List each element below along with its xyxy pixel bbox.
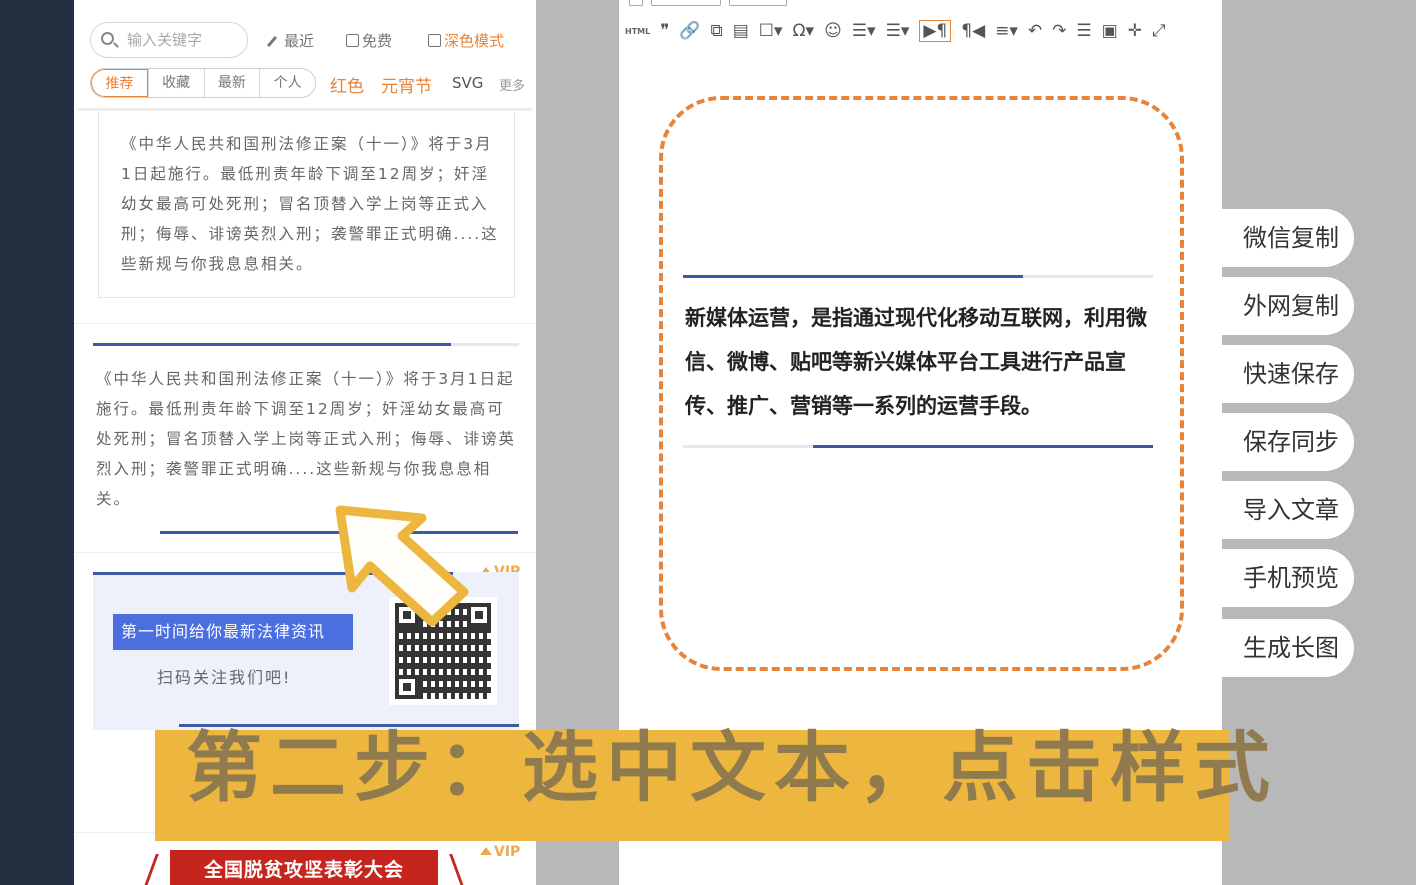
tab-recommend[interactable]: 推荐: [91, 69, 148, 97]
template-card[interactable]: 《中华人民共和国刑法修正案（十一）》将于3月1日起施行。最低刑责年龄下调至12周…: [98, 112, 515, 298]
toolbar-top-row: [629, 0, 787, 6]
search-icon: [101, 32, 114, 45]
card-top-line: [93, 343, 519, 346]
card-text: 《中华人民共和国刑法修正案（十一）》将于3月1日起施行。最低刑责年龄下调至12周…: [121, 135, 499, 273]
filter-recent[interactable]: 最近: [266, 30, 314, 51]
filter-recent-label: 最近: [284, 32, 315, 50]
vip-label: VIP: [494, 844, 521, 860]
html-source-button[interactable]: HTML: [625, 27, 650, 36]
template-tabs: 推荐 收藏 最新 个人: [90, 68, 316, 98]
tag-red[interactable]: 红色: [330, 72, 364, 97]
tab-personal[interactable]: 个人: [259, 69, 315, 97]
line-height-button[interactable]: ≡▾: [995, 21, 1018, 41]
tab-latest[interactable]: 最新: [203, 69, 260, 97]
unlink-button[interactable]: ⧉: [711, 21, 723, 41]
pointer-arrow-icon: [335, 505, 469, 627]
move-button[interactable]: ✛: [1128, 21, 1142, 41]
checkbox-icon: [428, 34, 441, 47]
search-box[interactable]: [90, 22, 248, 58]
card-ribbon[interactable]: 全国脱贫攻坚表彰大会: [170, 850, 438, 885]
save-sync-button[interactable]: 保存同步: [1222, 413, 1354, 471]
search-input[interactable]: [127, 30, 243, 50]
magic-wand-icon: [266, 35, 278, 48]
card-banner: 第一时间给你最新法律资讯: [113, 614, 353, 650]
generate-long-image-button[interactable]: 生成长图: [1222, 619, 1354, 677]
unordered-list-button[interactable]: ☰▾: [886, 21, 910, 41]
template-button[interactable]: ▤: [733, 21, 749, 41]
wechat-copy-button[interactable]: 微信复制: [1222, 209, 1354, 267]
paragraph-button[interactable]: ☰: [1076, 21, 1091, 41]
editor-toolbar: HTML ❞ 🔗 ⧉ ▤ ☐▾ Ω▾ ☺ ☰▾ ☰▾ ▶¶ ¶◀ ≡▾ ↶ ↷ …: [625, 18, 1176, 44]
mobile-preview-button[interactable]: 手机预览: [1222, 549, 1354, 607]
fullscreen-button[interactable]: ⤢: [1152, 21, 1166, 41]
card-divider: [74, 323, 536, 324]
quick-save-button[interactable]: 快速保存: [1222, 345, 1354, 403]
emoji-button[interactable]: ☺: [824, 21, 842, 41]
tag-lantern-festival[interactable]: 元宵节: [381, 72, 432, 97]
caption-text: 第二步：选中文本，点击样式: [186, 723, 1278, 812]
filter-free-label: 免费: [362, 32, 393, 50]
import-article-button[interactable]: 导入文章: [1222, 481, 1354, 539]
editor-bottom-line: [683, 445, 1153, 448]
undo-button[interactable]: ↶: [1028, 21, 1042, 41]
left-dark-strip: [0, 0, 74, 885]
image-button[interactable]: ▣: [1102, 21, 1118, 41]
tag-more[interactable]: 更多: [499, 75, 525, 94]
ordered-list-button[interactable]: ☰▾: [852, 21, 876, 41]
rtl-button[interactable]: ¶◀: [961, 21, 985, 41]
dark-mode-checkbox[interactable]: 深色模式: [428, 30, 504, 51]
tag-svg[interactable]: SVG: [452, 74, 483, 92]
tab-favorites[interactable]: 收藏: [147, 69, 204, 97]
link-button[interactable]: 🔗: [679, 21, 700, 41]
special-char-button[interactable]: Ω▾: [793, 21, 815, 41]
filter-free-checkbox[interactable]: 免费: [346, 30, 392, 51]
ltr-button[interactable]: ▶¶: [919, 20, 952, 42]
editor-top-line: [683, 275, 1153, 278]
insert-frame-button[interactable]: ☐▾: [759, 21, 783, 41]
crown-icon: [480, 847, 492, 855]
dark-mode-label: 深色模式: [444, 32, 505, 50]
external-copy-button[interactable]: 外网复制: [1222, 277, 1354, 335]
checkbox-icon: [346, 34, 359, 47]
card-scan-text: 扫码关注我们吧!: [157, 668, 292, 687]
redo-button[interactable]: ↷: [1052, 21, 1066, 41]
editor-body-text[interactable]: 新媒体运营，是指通过现代化移动互联网，利用微信、微博、贴吧等新兴媒体平台工具进行…: [685, 296, 1157, 428]
blockquote-button[interactable]: ❞: [660, 21, 669, 41]
vip-badge: VIP: [480, 844, 520, 860]
header-divider: [78, 108, 532, 111]
